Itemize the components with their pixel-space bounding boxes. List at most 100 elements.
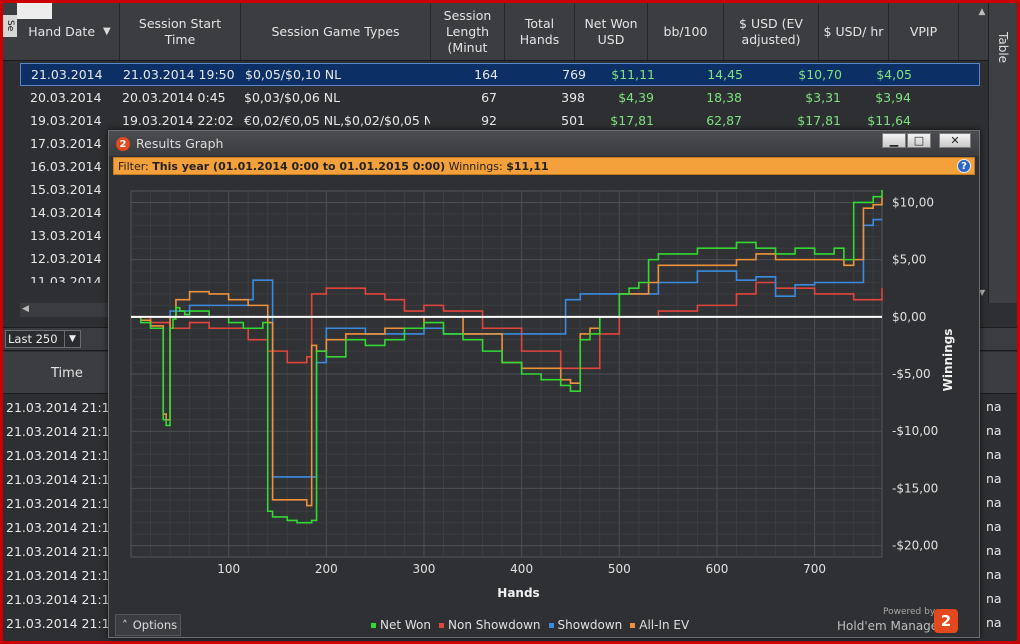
legend-label: Non Showdown — [448, 618, 541, 632]
session-cell-date: 19.03.2014 — [30, 113, 102, 128]
close-button[interactable]: ✕ — [939, 133, 971, 148]
column-header-time[interactable]: Time — [51, 366, 83, 381]
hand-row-value: na — [986, 471, 1002, 486]
session-cell-hr: $3,94 — [875, 90, 911, 105]
column-header[interactable]: VPIP — [889, 3, 959, 60]
results-graph-window: 2 Results Graph ▁ □ ✕ Filter: This year … — [108, 130, 980, 638]
column-header-label: bb/100 — [663, 23, 708, 39]
chart-legend: Net Won Non Showdown Showdown All-In EV — [371, 618, 689, 632]
filter-bar: Filter: This year (01.01.2014 0:00 to 01… — [113, 157, 975, 175]
hand-row-value: na — [986, 495, 1002, 510]
hand-row-time[interactable]: 21.03.2014 21:18 — [6, 419, 118, 443]
legend-item[interactable]: Non Showdown — [439, 618, 541, 632]
hand-row-time[interactable]: 21.03.2014 21:17 — [6, 443, 118, 467]
x-tick-label: 600 — [706, 562, 729, 576]
session-cell-date: 15.03.2014 — [30, 182, 102, 197]
session-cell-bb100: 62,87 — [706, 113, 742, 128]
column-header[interactable]: $ USD/ hr — [819, 3, 889, 60]
session-row[interactable]: 19.03.2014 19.03.2014 22:02 €0,02/€0,05 NL… — [20, 109, 980, 132]
legend-swatch — [439, 622, 444, 628]
maximize-button[interactable]: □ — [907, 133, 931, 148]
session-cell-net: $17,81 — [610, 113, 654, 128]
legend-item[interactable]: Net Won — [371, 618, 431, 632]
hands-count-select[interactable]: Last 250 ▼ — [5, 330, 81, 348]
session-cell-hr: $11,64 — [867, 113, 911, 128]
column-header[interactable]: bb/100 — [648, 3, 724, 60]
column-header[interactable]: Session Length (Minut — [431, 3, 505, 60]
column-header[interactable]: Session Game Types — [241, 3, 431, 60]
x-tick-label: 300 — [413, 562, 436, 576]
legend-item[interactable]: Showdown — [548, 618, 622, 632]
hand-row-time[interactable]: 21.03.2014 21:16 — [6, 563, 118, 587]
hand-row-time[interactable]: 21.03.2014 21:18 — [6, 395, 118, 419]
options-label: Options — [132, 618, 178, 632]
hand-row-time[interactable]: 21.03.2014 21:17 — [6, 515, 118, 539]
legend-item[interactable]: All-In EV — [630, 618, 689, 632]
hand-row-time[interactable]: 21.03.2014 21:17 — [6, 467, 118, 491]
session-cell-length: 92 — [481, 113, 497, 128]
y-tick-label: -$10,00 — [892, 424, 938, 438]
column-header-label: Hand Date — [28, 23, 96, 39]
session-cell-net: $4,39 — [618, 90, 654, 105]
x-tick-label: 100 — [217, 562, 240, 576]
column-header[interactable]: Net Won USD — [575, 3, 648, 60]
session-cell-length: 164 — [474, 67, 498, 82]
column-header-label: $ USD (EV adjusted) — [739, 15, 803, 47]
hands-count-value: Last 250 — [8, 332, 58, 346]
x-tick-label: 400 — [510, 562, 533, 576]
session-cell-ev: $3,31 — [805, 90, 841, 105]
stats-side-tab[interactable]: Se — [3, 15, 17, 37]
column-header-label: Session Start Time — [138, 15, 222, 47]
session-cell-hands: 501 — [561, 113, 585, 128]
y-tick-label: $0,00 — [892, 310, 926, 324]
hand-row-time[interactable]: 21.03.2014 21:16 — [6, 587, 118, 611]
session-row[interactable]: 20.03.2014 20.03.2014 0:45 $0,03/$0,06 NL 6… — [20, 86, 980, 109]
column-header[interactable]: Total Hands — [505, 3, 575, 60]
sessions-table-header: Hand Date ▼ Session Start Time Session Game… — [3, 3, 988, 61]
hand-row-time[interactable]: 21.03.2014 21:16 — [6, 611, 118, 635]
session-cell-hands: 398 — [561, 90, 585, 105]
session-cell-date: 12.03.2014 — [30, 251, 102, 266]
winnings-value: $11,11 — [506, 159, 549, 173]
column-header-label: $ USD/ hr — [823, 23, 884, 39]
session-cell-bb100: 14,45 — [707, 67, 743, 82]
powered-by-text: Powered by — [883, 607, 936, 617]
session-cell-hands: 769 — [562, 67, 586, 82]
chevron-down-icon[interactable]: ▼ — [103, 24, 111, 40]
legend-swatch — [371, 622, 376, 628]
hand-row-value: na — [986, 615, 1002, 630]
filter-value: This year (01.01.2014 0:00 to 01.01.2015… — [152, 159, 446, 173]
session-cell-start: 20.03.2014 0:45 — [122, 90, 226, 105]
scroll-down-icon[interactable]: ▼ — [979, 288, 988, 300]
x-tick-label: 500 — [608, 562, 631, 576]
tab-table[interactable]: Table — [993, 23, 1013, 73]
y-tick-label: $10,00 — [892, 195, 934, 209]
column-header[interactable]: Session Start Time — [120, 3, 241, 60]
column-header-label: Session Length (Minut — [443, 7, 492, 55]
help-icon[interactable]: ? — [957, 159, 971, 173]
y-tick-label: $5,00 — [892, 253, 926, 267]
filter-label: Filter: — [118, 159, 149, 173]
minimize-button[interactable]: ▁ — [882, 133, 906, 148]
options-button[interactable]: ˄ Options — [115, 614, 181, 636]
scroll-left-icon[interactable]: ◀ — [22, 304, 29, 314]
hand-row-value: na — [986, 567, 1002, 582]
legend-label: All-In EV — [639, 618, 690, 632]
chevron-up-icon: ˄ — [122, 618, 128, 632]
x-axis-label: Hands — [497, 586, 539, 600]
chevron-down-icon[interactable]: ▼ — [64, 331, 80, 347]
session-cell-date: 11.03.2014 — [30, 274, 102, 283]
scroll-up-icon[interactable]: ▲ — [976, 7, 988, 19]
session-cell-ev: $17,81 — [797, 113, 841, 128]
window-title-bar[interactable]: 2 Results Graph ▁ □ ✕ — [109, 131, 979, 156]
hand-row-time[interactable]: 21.03.2014 21:17 — [6, 491, 118, 515]
session-row[interactable]: 21.03.2014 21.03.2014 19:50 $0,05/$0,10 NL… — [20, 63, 980, 86]
session-cell-date: 21.03.2014 — [31, 67, 103, 82]
column-header[interactable]: $ USD (EV adjusted) — [724, 3, 819, 60]
column-header-label: VPIP — [909, 23, 938, 39]
hm-logo-icon: 2 — [116, 137, 130, 151]
window-title: Results Graph — [136, 136, 224, 151]
session-cell-date: 16.03.2014 — [30, 159, 102, 174]
hand-row-time[interactable]: 21.03.2014 21:16 — [6, 539, 118, 563]
session-cell-ev: $10,70 — [798, 67, 842, 82]
